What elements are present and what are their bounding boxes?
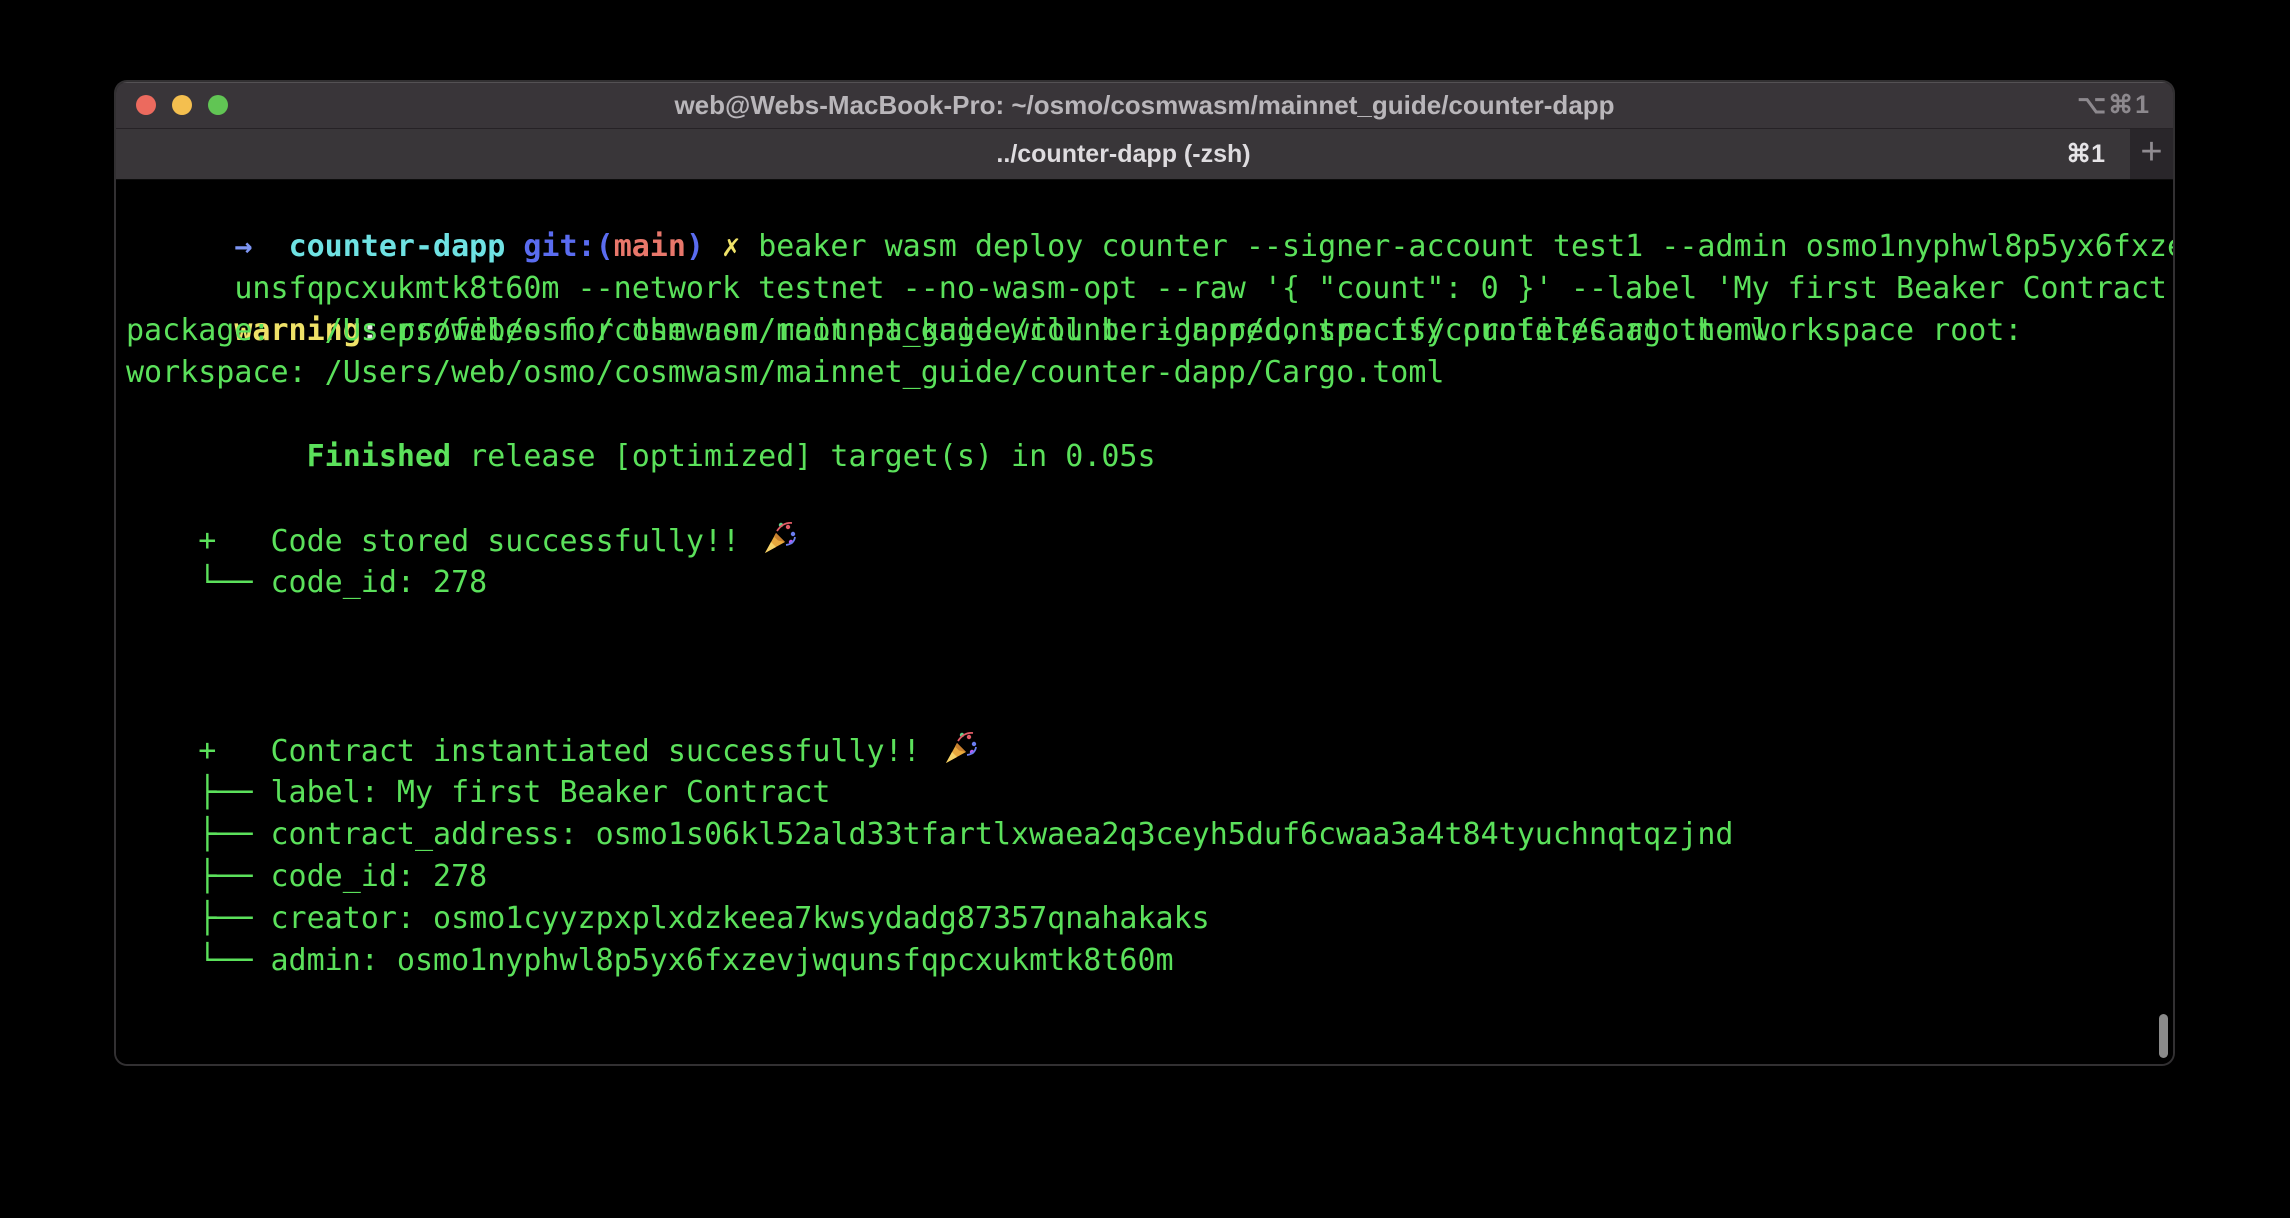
command-text: unsfqpcxukmtk8t60m --network testnet --n…: [234, 271, 2175, 306]
command-text: beaker wasm deploy counter --signer-acco…: [758, 229, 2175, 264]
blank-line: [126, 982, 2173, 1024]
code-stored-heading: Code stored successfully!!: [126, 478, 2173, 520]
finished-line: Finished release [optimized] target(s) i…: [126, 394, 2173, 436]
scrollbar-thumb[interactable]: [2159, 1014, 2168, 1058]
tab-title: ../counter-dapp (-zsh): [116, 129, 2131, 179]
tab-counter-dapp[interactable]: ../counter-dapp (-zsh) ⌘1: [116, 129, 2132, 179]
tree-code-id: └── code_id: 278: [126, 562, 2173, 604]
party-popper-icon: [943, 730, 979, 778]
prompt-arrow: →: [234, 229, 288, 264]
window-shortcut-badge: ⌥⌘1: [2077, 82, 2151, 129]
instantiated-text: Contract instantiated successfully!!: [234, 734, 938, 769]
tree-admin: └── admin: osmo1nyphwl8p5yx6fxzevjwqunsf…: [126, 940, 2173, 982]
prompt-line-1: → counter-dapp git:(main) ✗ beaker wasm …: [126, 184, 2173, 226]
tree-label: ├── label: My first Beaker Contract: [126, 772, 2173, 814]
prompt-directory: counter-dapp: [289, 229, 524, 264]
tree-creator: ├── creator: osmo1cyyzpxplxdzkeea7kwsyda…: [126, 898, 2173, 940]
workspace-line: workspace: /Users/web/osmo/cosmwasm/main…: [126, 352, 2173, 394]
git-suffix: ): [686, 229, 722, 264]
new-tab-button[interactable]: +: [2130, 129, 2173, 179]
tab-shortcut-badge: ⌘1: [2066, 129, 2105, 179]
tab-bar: ../counter-dapp (-zsh) ⌘1 +: [116, 129, 2173, 180]
code-stored-text: Code stored successfully!!: [234, 524, 758, 559]
terminal-window: web@Webs-MacBook-Pro: ~/osmo/cosmwasm/ma…: [114, 80, 2175, 1066]
prompt-line-2: → counter-dapp git:(main) ✗: [126, 1024, 2173, 1066]
tree-code-id: ├── code_id: 278: [126, 856, 2173, 898]
finished-label: Finished: [234, 439, 451, 474]
party-popper-icon: [762, 520, 798, 568]
terminal-content[interactable]: → counter-dapp git:(main) ✗ beaker wasm …: [116, 180, 2173, 1064]
git-dirty-icon: ✗: [722, 229, 758, 264]
tree-contract-address: ├── contract_address: osmo1s06kl52ald33t…: [126, 814, 2173, 856]
git-prefix: git:(: [523, 229, 613, 264]
instantiated-heading: Contract instantiated successfully!!: [126, 688, 2173, 730]
title-bar[interactable]: web@Webs-MacBook-Pro: ~/osmo/cosmwasm/ma…: [116, 82, 2173, 129]
blank-line: [126, 604, 2173, 646]
finished-text: release [optimized] target(s) in 0.05s: [451, 439, 1155, 474]
window-title: web@Webs-MacBook-Pro: ~/osmo/cosmwasm/ma…: [116, 82, 2173, 129]
git-branch: main: [614, 229, 686, 264]
blank-line: [126, 646, 2173, 688]
plus-icon: +: [2140, 131, 2162, 173]
